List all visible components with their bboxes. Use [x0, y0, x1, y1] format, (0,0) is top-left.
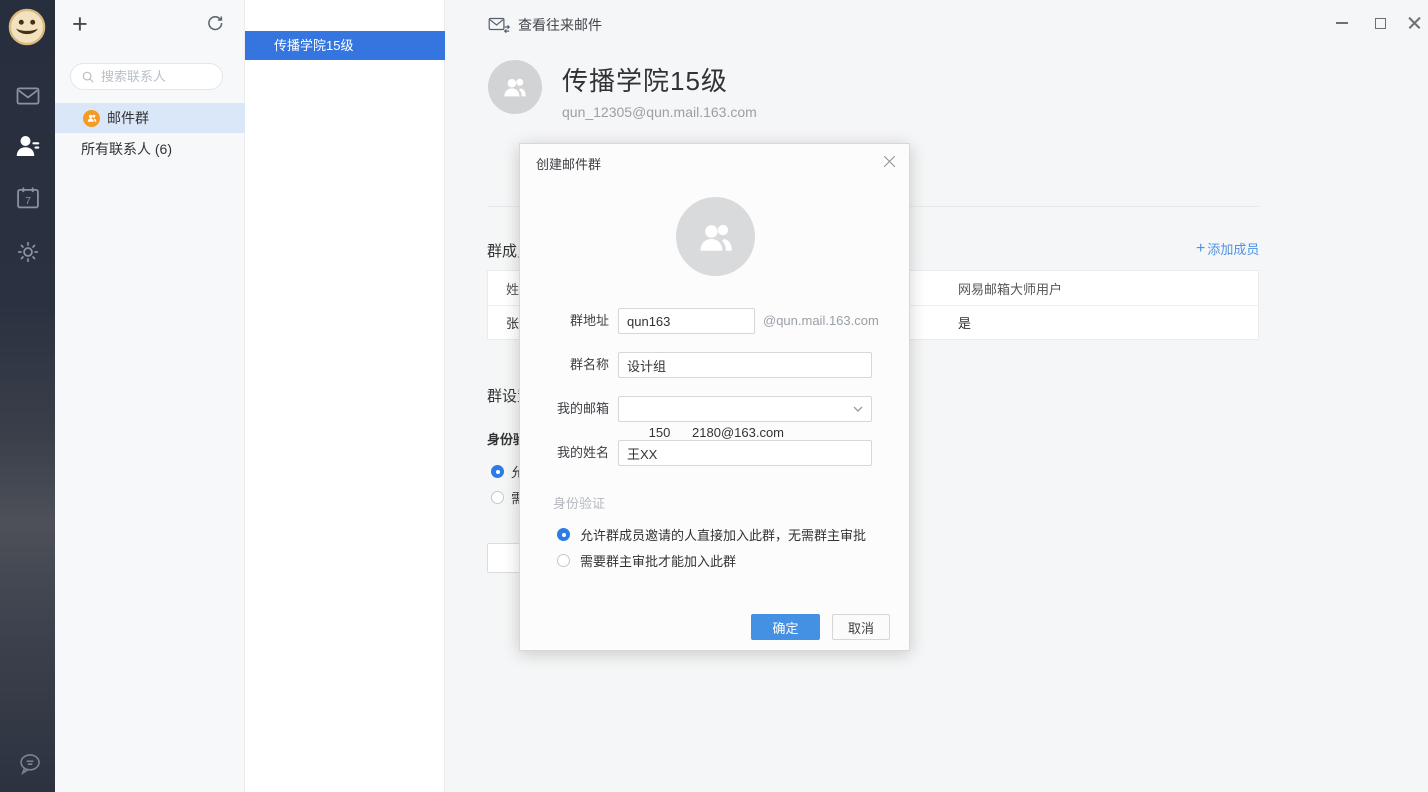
mail-exchange-icon — [488, 16, 510, 34]
sidebar-item-label: 邮件群 — [107, 108, 149, 128]
view-correspondence-label: 查看往来邮件 — [518, 15, 602, 35]
dialog-option-label: 需要群主审批才能加入此群 — [580, 551, 736, 570]
group-address-suffix: @qun.mail.163.com — [763, 308, 879, 334]
radio-unselected-icon — [557, 554, 570, 567]
app-logo-icon[interactable] — [8, 8, 46, 46]
search-box[interactable] — [70, 63, 223, 90]
sidebar-item-all-contacts[interactable]: 所有联系人 (6) — [55, 134, 245, 164]
field-label-my-name: 我的姓名 — [520, 440, 609, 466]
field-label-group-name: 群名称 — [520, 352, 609, 378]
chevron-down-icon — [853, 406, 863, 412]
group-list-item-selected[interactable]: 传播学院15级 — [245, 31, 445, 60]
my-email-select[interactable]: 150 2180@163.com — [618, 396, 872, 422]
calendar-icon[interactable]: 7 — [13, 183, 43, 213]
page-title: 传播学院15级 — [562, 61, 728, 98]
my-email-value: 150 2180@163.com — [649, 425, 784, 440]
field-label-my-email: 我的邮箱 — [520, 396, 609, 422]
dialog-option-label: 允许群成员邀请的人直接加入此群，无需群主审批 — [580, 525, 866, 544]
refresh-icon[interactable] — [205, 13, 225, 33]
svg-text:7: 7 — [25, 195, 31, 207]
close-icon — [1408, 17, 1421, 30]
maximize-button[interactable] — [1370, 14, 1390, 32]
contacts-icon[interactable] — [13, 131, 43, 161]
settings-gear-icon[interactable] — [13, 237, 43, 267]
field-label-group-address: 群地址 — [520, 308, 609, 334]
feedback-chat-icon[interactable] — [14, 748, 44, 778]
radio-selected-icon — [491, 465, 504, 478]
member-is-master: 是 — [958, 313, 971, 332]
view-correspondence-link[interactable]: 查看往来邮件 — [488, 15, 602, 35]
add-member-button[interactable]: + 添加成员 — [1196, 239, 1259, 258]
dialog-radio-option-2[interactable]: 需要群主审批才能加入此群 — [557, 551, 736, 570]
dialog-radio-option-1[interactable]: 允许群成员邀请的人直接加入此群，无需群主审批 — [557, 525, 866, 544]
add-member-label: 添加成员 — [1207, 239, 1259, 258]
radio-unselected-icon — [491, 491, 504, 504]
member-name: 张 — [506, 313, 519, 332]
group-list-panel — [245, 0, 445, 792]
app-sidebar: 7 — [0, 0, 55, 792]
group-orange-icon — [83, 110, 100, 127]
radio-selected-icon — [557, 528, 570, 541]
add-contact-button[interactable]: + — [72, 8, 88, 40]
sidebar-item-mail-groups[interactable]: 邮件群 — [55, 103, 245, 133]
close-window-button[interactable] — [1404, 14, 1424, 32]
group-people-icon — [694, 215, 738, 259]
plus-icon: + — [1196, 240, 1205, 258]
search-icon — [81, 70, 95, 84]
cancel-button[interactable]: 取消 — [832, 614, 890, 640]
maximize-icon — [1375, 18, 1386, 29]
sidebar-item-label: 所有联系人 (6) — [81, 139, 172, 159]
confirm-button[interactable]: 确定 — [751, 614, 820, 640]
group-people-icon — [500, 72, 530, 102]
dialog-group-avatar — [676, 197, 755, 276]
group-address-input[interactable] — [618, 308, 755, 334]
mail-icon[interactable] — [13, 81, 43, 111]
dialog-identity-label: 身份验证 — [553, 493, 605, 512]
create-mail-group-dialog: 创建邮件群 群地址 @qun.mail.163.com 群名称 我的邮箱 150… — [519, 143, 910, 651]
minimize-icon — [1336, 22, 1348, 24]
col-header-master-user: 网易邮箱大师用户 — [958, 279, 1062, 298]
minimize-button[interactable] — [1332, 14, 1352, 32]
my-name-input[interactable] — [618, 440, 872, 466]
group-avatar — [488, 60, 542, 114]
search-input[interactable] — [101, 69, 211, 84]
group-address: qun_12305@qun.mail.163.com — [562, 104, 757, 120]
dialog-close-icon[interactable] — [882, 154, 897, 169]
group-name-input[interactable] — [618, 352, 872, 378]
dialog-title: 创建邮件群 — [536, 154, 601, 173]
